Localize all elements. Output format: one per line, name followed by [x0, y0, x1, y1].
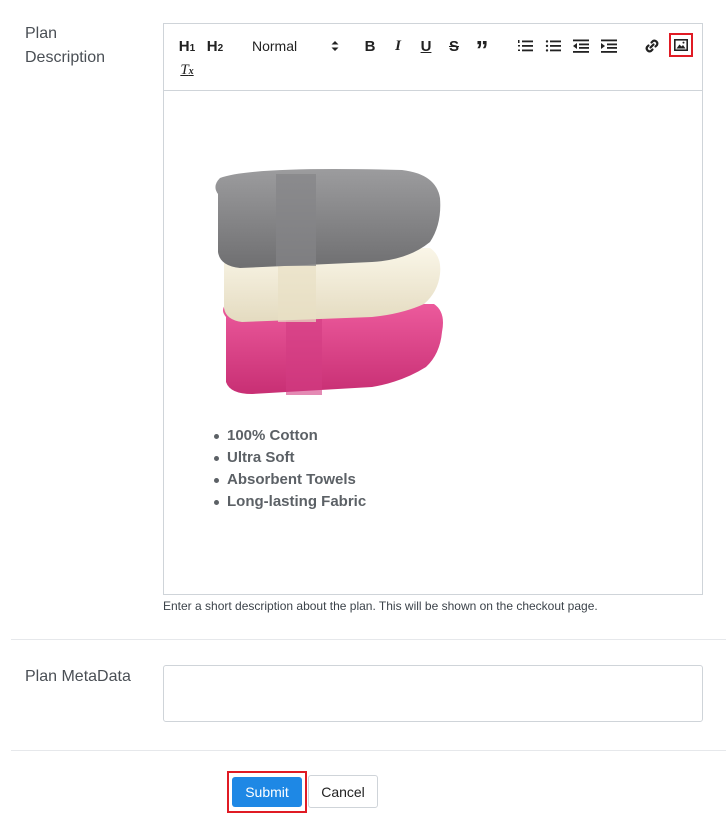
italic-icon: I: [395, 37, 401, 54]
section-divider: [11, 639, 726, 640]
feature-list: 100% Cotton Ultra Soft Absorbent Towels …: [213, 425, 366, 513]
heading-1-icon: H1: [178, 37, 196, 55]
towel-stack-image: [215, 169, 443, 395]
ordered-list-button[interactable]: [515, 36, 535, 56]
list-item: 100% Cotton: [213, 425, 366, 447]
plan-metadata-label: Plan MetaData: [25, 668, 131, 685]
select-arrows-icon: [331, 41, 339, 51]
plan-description-help-text: Enter a short description about the plan…: [163, 599, 598, 613]
cancel-button[interactable]: Cancel: [308, 775, 378, 808]
submit-button-highlight: Submit: [227, 771, 307, 813]
strikethrough-button[interactable]: S: [445, 36, 463, 56]
underline-icon: U: [420, 37, 432, 55]
heading-2-button[interactable]: H2: [205, 36, 225, 56]
header-format-label: Normal: [252, 38, 298, 54]
heading-2-icon: H2: [206, 37, 224, 55]
editor-toolbar: H1 H2 Normal B I U S ” Tx: [164, 24, 702, 91]
blockquote-button[interactable]: ”: [472, 36, 492, 63]
plan-description-label-line1: Plan: [25, 25, 58, 42]
image-icon: [674, 39, 688, 51]
editor-content[interactable]: 100% Cotton Ultra Soft Absorbent Towels …: [164, 92, 702, 594]
image-button[interactable]: [671, 35, 691, 55]
heading-1-button[interactable]: H1: [177, 36, 197, 56]
link-button[interactable]: [642, 36, 662, 56]
link-icon: [645, 39, 659, 53]
bold-button[interactable]: B: [361, 36, 379, 56]
plan-description-label: Plan Description: [25, 22, 105, 70]
strikethrough-icon: S: [448, 37, 459, 55]
header-format-select[interactable]: Normal: [252, 36, 340, 56]
plan-metadata-input[interactable]: [163, 665, 703, 722]
outdent-button[interactable]: [571, 36, 591, 56]
list-item: Ultra Soft: [213, 447, 366, 469]
bullet-list-icon: [545, 40, 561, 52]
underline-button[interactable]: U: [417, 36, 435, 56]
plan-description-editor: H1 H2 Normal B I U S ” Tx 100% Cotton Ul…: [163, 23, 703, 595]
ordered-list-icon: [518, 40, 533, 52]
bullet-list-button[interactable]: [543, 36, 563, 56]
blockquote-icon: ”: [475, 35, 489, 65]
clear-format-button[interactable]: Tx: [177, 60, 197, 80]
plan-description-label-line2: Description: [25, 49, 106, 66]
bold-icon: B: [364, 37, 376, 55]
outdent-icon: [573, 39, 589, 53]
list-item: Absorbent Towels: [213, 469, 366, 491]
list-item: Long-lasting Fabric: [213, 491, 366, 513]
section-divider: [11, 750, 726, 751]
submit-button[interactable]: Submit: [232, 777, 302, 807]
indent-icon: [601, 39, 617, 53]
italic-button[interactable]: I: [389, 36, 407, 56]
indent-button[interactable]: [599, 36, 619, 56]
clear-format-icon: Tx: [180, 61, 194, 78]
